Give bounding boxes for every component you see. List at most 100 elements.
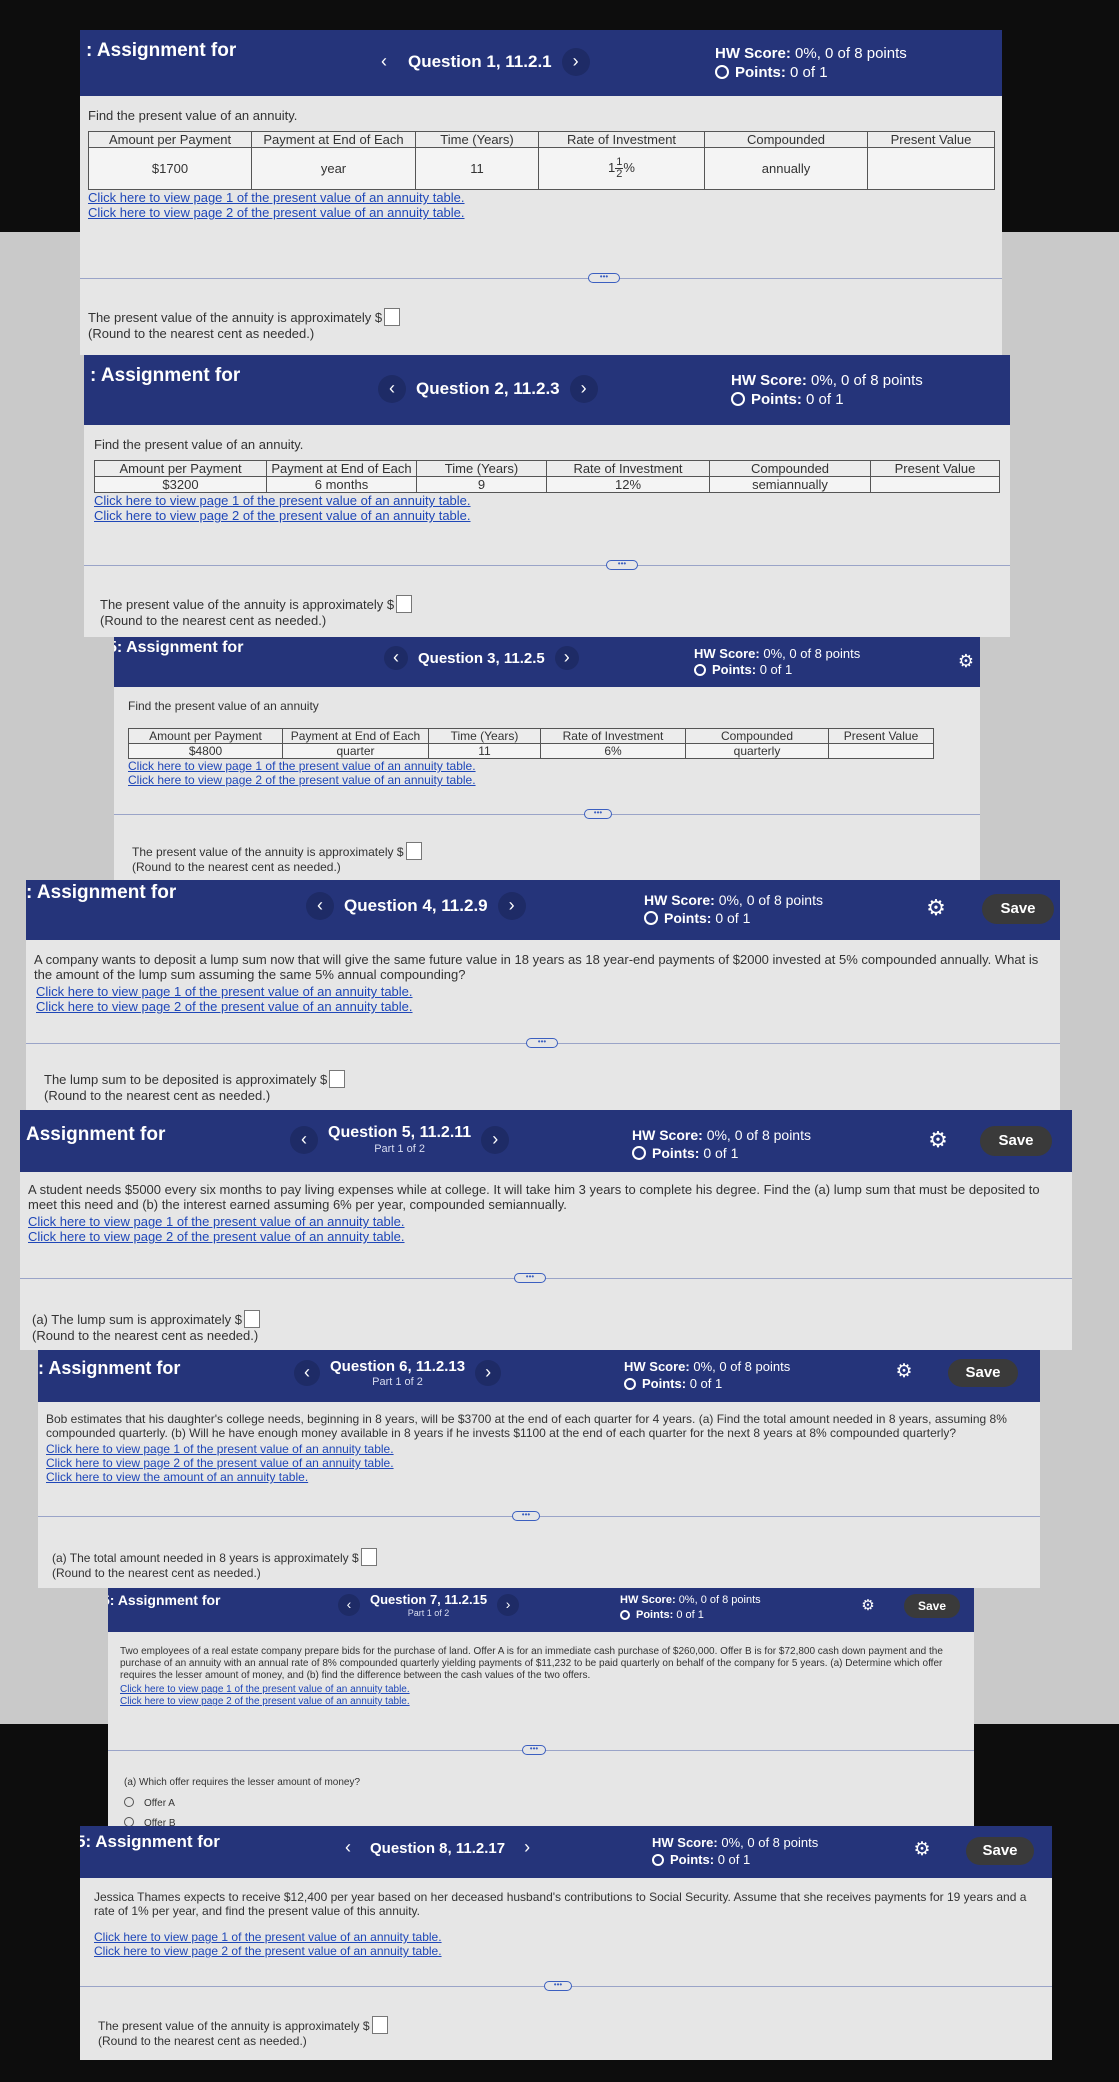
answer-input[interactable] xyxy=(244,1310,261,1328)
save-button[interactable]: Save xyxy=(904,1594,960,1618)
divider xyxy=(84,565,1010,566)
expand-dots-button[interactable]: ••• xyxy=(584,809,612,819)
settings-gear-icon[interactable]: ⚙ xyxy=(892,1360,916,1384)
question-4-panel: : Assignment for ‹ Question 4, 11.2.9 › … xyxy=(26,880,1060,1110)
link-pv-table-page-2[interactable]: Click here to view page 2 of the present… xyxy=(94,508,1002,523)
prev-question-button[interactable]: ‹ xyxy=(370,48,398,76)
question-nav: ‹ Question 6, 11.2.13 Part 1 of 2 › xyxy=(294,1358,502,1388)
option-offer-b[interactable]: Offer B xyxy=(124,1814,360,1826)
round-note: (Round to the nearest cent as needed.) xyxy=(88,326,315,341)
expand-dots-button[interactable]: ••• xyxy=(514,1273,546,1283)
expand-dots-button[interactable]: ••• xyxy=(544,1981,572,1991)
question-prompt: A student needs $5000 every six months t… xyxy=(28,1182,1040,1212)
expand-dots-button[interactable]: ••• xyxy=(606,560,638,570)
settings-gear-icon[interactable]: ⚙ xyxy=(926,1128,950,1152)
hw-score: HW Score: 0%, 0 of 8 points Points: 0 of… xyxy=(624,1359,791,1391)
question-title: Question 6, 11.2.13 xyxy=(330,1358,466,1375)
next-question-button[interactable]: › xyxy=(515,1836,539,1860)
radio-icon[interactable] xyxy=(124,1797,134,1807)
radio-icon[interactable] xyxy=(124,1817,134,1826)
link-pv-table-page-1[interactable]: Click here to view page 1 of the present… xyxy=(120,1684,966,1696)
points-radio-icon xyxy=(731,392,745,406)
prev-question-button[interactable]: ‹ xyxy=(378,375,406,403)
question-title: Question 2, 11.2.3 xyxy=(416,379,560,398)
divider xyxy=(80,278,1002,279)
assignment-title: : Assignment for xyxy=(38,1358,181,1378)
save-button[interactable]: Save xyxy=(948,1359,1018,1387)
expand-dots-button[interactable]: ••• xyxy=(512,1511,540,1521)
question-prompt: Jessica Thames expects to receive $12,40… xyxy=(94,1890,1027,1918)
question-1-panel: : Assignment for ‹ Question 1, 11.2.1 › … xyxy=(80,30,1002,355)
round-note: (Round to the nearest cent as needed.) xyxy=(100,613,327,628)
link-pv-table-page-1[interactable]: Click here to view page 1 of the present… xyxy=(46,1442,1032,1456)
link-pv-table-page-1[interactable]: Click here to view page 1 of the present… xyxy=(88,190,994,205)
next-question-button[interactable]: › xyxy=(561,48,590,76)
question-prompt: Bob estimates that his daughter's colleg… xyxy=(46,1412,1007,1440)
prev-question-button[interactable]: ‹ xyxy=(384,646,408,670)
link-pv-table-page-1[interactable]: Click here to view page 1 of the present… xyxy=(128,759,972,773)
answer-input[interactable] xyxy=(405,842,422,860)
answer-input[interactable] xyxy=(329,1070,346,1088)
question-nav: ‹ Question 8, 11.2.17 › xyxy=(336,1836,539,1860)
next-question-button[interactable]: › xyxy=(569,375,598,403)
next-question-button[interactable]: › xyxy=(497,1594,520,1616)
settings-gear-icon[interactable]: ⚙ xyxy=(924,896,948,920)
points-radio-icon xyxy=(624,1378,636,1390)
annuity-table: Amount per Payment Payment at End of Eac… xyxy=(94,460,1000,493)
answer-input[interactable] xyxy=(360,1548,377,1566)
round-note: (Round to the nearest cent as needed.) xyxy=(98,2034,307,2048)
link-pv-table-page-1[interactable]: Click here to view page 1 of the present… xyxy=(94,1930,1044,1944)
answer-input[interactable] xyxy=(396,595,413,613)
link-pv-table-page-1[interactable]: Click here to view page 1 of the present… xyxy=(94,493,1002,508)
link-pv-table-page-2[interactable]: Click here to view page 2 of the present… xyxy=(120,1696,966,1708)
round-note: (Round to the nearest cent as needed.) xyxy=(132,860,341,874)
link-pv-table-page-2[interactable]: Click here to view page 2 of the present… xyxy=(28,1229,1064,1244)
link-pv-table-page-2[interactable]: Click here to view page 2 of the present… xyxy=(88,205,994,220)
answer-input[interactable] xyxy=(371,2016,388,2034)
link-pv-table-page-1[interactable]: Click here to view page 1 of the present… xyxy=(36,984,1052,999)
link-pv-table-page-2[interactable]: Click here to view page 2 of the present… xyxy=(46,1456,1032,1470)
prev-question-button[interactable]: ‹ xyxy=(290,1125,318,1154)
question-nav: ‹ Question 2, 11.2.3 › xyxy=(378,375,598,403)
save-button[interactable]: Save xyxy=(982,894,1054,924)
col-header: Payment at End of Each xyxy=(266,460,417,477)
expand-dots-button[interactable]: ••• xyxy=(522,1745,546,1755)
points-radio-icon xyxy=(652,1854,664,1866)
answer-area: The present value of the annuity is appr… xyxy=(88,308,401,342)
next-question-button[interactable]: › xyxy=(554,646,579,670)
cell-compounded: quarterly xyxy=(685,743,829,759)
next-question-button[interactable]: › xyxy=(475,1360,502,1386)
col-header: Time (Years) xyxy=(415,131,539,148)
cell-amount: $4800 xyxy=(128,743,283,759)
link-pv-table-page-2[interactable]: Click here to view page 2 of the present… xyxy=(128,773,972,787)
link-fv-table[interactable]: Click here to view the amount of an annu… xyxy=(46,1470,1032,1484)
link-pv-table-page-1[interactable]: Click here to view page 1 of the present… xyxy=(28,1214,1064,1229)
prev-question-button[interactable]: ‹ xyxy=(338,1594,360,1616)
question-body: Jessica Thames expects to receive $12,40… xyxy=(80,1878,1052,1958)
save-button[interactable]: Save xyxy=(980,1126,1052,1156)
settings-gear-icon[interactable]: ⚙ xyxy=(856,1594,880,1618)
col-header: Rate of Investment xyxy=(540,728,686,744)
prev-question-button[interactable]: ‹ xyxy=(306,892,334,920)
prev-question-button[interactable]: ‹ xyxy=(294,1360,320,1386)
next-question-button[interactable]: › xyxy=(497,892,526,920)
expand-dots-button[interactable]: ••• xyxy=(588,273,620,283)
link-pv-table-page-2[interactable]: Click here to view page 2 of the present… xyxy=(36,999,1052,1014)
settings-gear-icon[interactable]: ⚙ xyxy=(954,649,978,673)
question-prompt: A company wants to deposit a lump sum no… xyxy=(34,952,1039,982)
cell-period: 6 months xyxy=(266,476,417,493)
question-body: A student needs $5000 every six months t… xyxy=(20,1172,1072,1244)
question-title: Question 1, 11.2.1 xyxy=(408,52,552,71)
next-question-button[interactable]: › xyxy=(481,1125,510,1154)
expand-dots-button[interactable]: ••• xyxy=(526,1038,558,1048)
question-body: Bob estimates that his daughter's colleg… xyxy=(38,1402,1040,1484)
col-header: Rate of Investment xyxy=(546,460,710,477)
answer-input[interactable] xyxy=(384,308,401,326)
link-pv-table-page-2[interactable]: Click here to view page 2 of the present… xyxy=(94,1944,1044,1958)
save-button[interactable]: Save xyxy=(966,1837,1034,1865)
settings-gear-icon[interactable]: ⚙ xyxy=(910,1838,934,1862)
option-offer-a[interactable]: Offer A xyxy=(124,1794,360,1814)
assignment-title: : Assignment for xyxy=(26,882,177,903)
prev-question-button[interactable]: ‹ xyxy=(336,1836,360,1860)
col-header: Time (Years) xyxy=(416,460,547,477)
